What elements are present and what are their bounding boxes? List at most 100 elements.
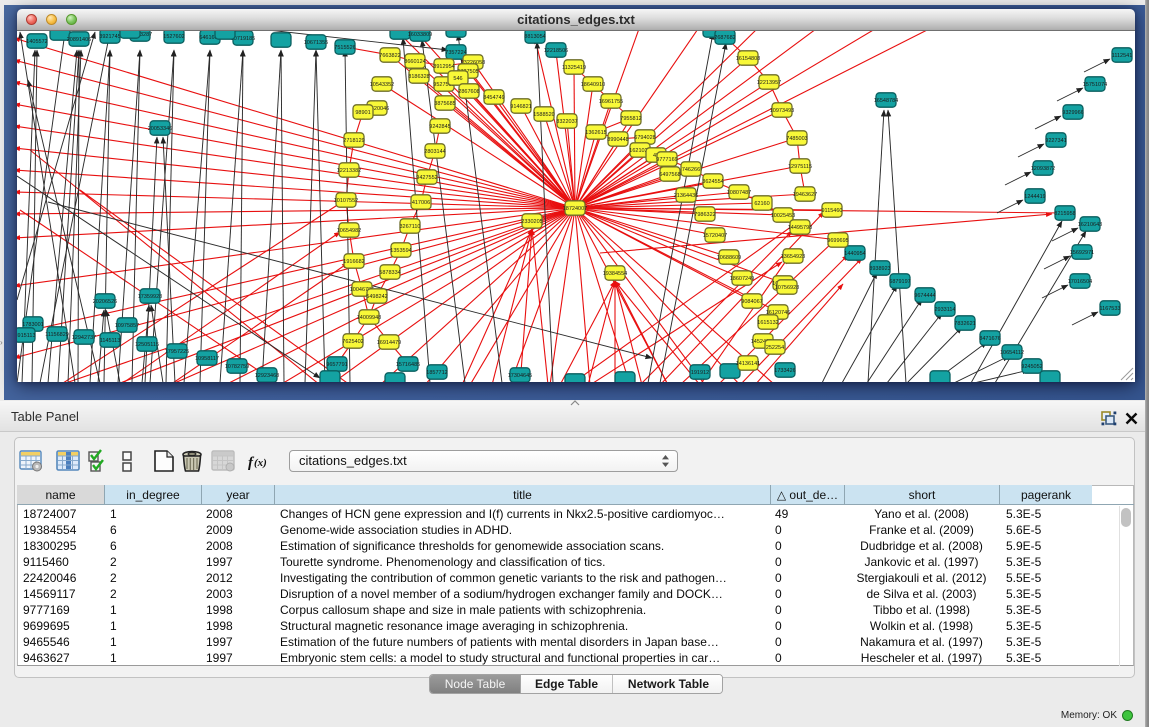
svg-text:7955812: 7955812 [620,116,641,122]
svg-text:12213382: 12213382 [337,168,361,174]
svg-text:5878334: 5878334 [379,270,400,276]
svg-text:2718129: 2718129 [343,138,364,144]
svg-text:1353594: 1353594 [390,248,411,254]
svg-text:19384554: 19384554 [603,271,627,277]
svg-text:1167533: 1167533 [1099,306,1120,312]
svg-text:3912954: 3912954 [433,64,454,70]
svg-text:16961755: 16961755 [599,99,623,105]
svg-text:14136141: 14136141 [736,361,760,367]
svg-text:1916682: 1916682 [343,259,364,265]
svg-text:7986322: 7986322 [694,212,715,218]
svg-text:1733426: 1733426 [774,368,795,374]
svg-text:10782759: 10782759 [225,364,249,370]
svg-text:6497568: 6497568 [659,172,680,178]
svg-text:417006: 417006 [412,200,430,206]
svg-text:2330205: 2330205 [521,219,542,225]
svg-text:9657791: 9657791 [326,362,347,368]
svg-text:2687682: 2687682 [714,35,735,41]
svg-text:252254: 252254 [766,345,784,351]
svg-text:17304645: 17304645 [508,373,532,379]
svg-text:12942737: 12942737 [72,335,96,341]
svg-text:16210643: 16210643 [1078,222,1102,228]
svg-text:15751074: 15751074 [1083,82,1107,88]
svg-text:3267110: 3267110 [399,224,420,230]
svg-text:9674444: 9674444 [914,293,935,299]
svg-text:8938923: 8938923 [869,266,890,272]
svg-text:15692971: 15692971 [1070,250,1094,256]
svg-text:7832621: 7832621 [954,321,975,327]
svg-text:10543352: 10543352 [370,82,394,88]
svg-text:1244419: 1244419 [1024,194,1045,200]
svg-text:10654112: 10654112 [1000,350,1024,356]
svg-text:7357224: 7357224 [445,50,466,56]
svg-text:8813054: 8813054 [524,34,545,40]
svg-text:20206526: 20206526 [93,299,117,305]
svg-text:2803144: 2803144 [424,149,445,155]
svg-text:8322037: 8322037 [556,119,577,125]
svg-text:8990448: 8990448 [607,137,628,143]
svg-text:98901: 98901 [355,110,370,116]
svg-text:13654923: 13654923 [781,254,805,260]
svg-text:12213957: 12213957 [757,80,781,86]
svg-text:1362615: 1362615 [585,130,606,136]
svg-text:7485003: 7485003 [786,136,807,142]
svg-text:8186328: 8186328 [408,74,429,80]
svg-text:14495798: 14495798 [788,225,812,231]
svg-text:10025453: 10025453 [771,213,795,219]
svg-text:12975115: 12975115 [788,164,812,170]
svg-text:7625402: 7625402 [342,339,363,345]
svg-text:18607249: 18607249 [730,276,754,282]
svg-text:3915113: 3915113 [17,333,36,339]
svg-text:15720407: 15720407 [703,233,727,239]
svg-text:18640910: 18640910 [581,82,605,88]
svg-text:62160: 62160 [754,201,769,207]
svg-text:746266: 746266 [682,167,700,173]
svg-text:16154808: 16154808 [736,56,760,62]
svg-text:1145113: 1145113 [100,338,121,344]
svg-text:10807487: 10807487 [727,190,751,196]
svg-text:8471676: 8471676 [979,336,1000,342]
svg-text:7515526: 7515526 [334,45,355,51]
svg-text:10958117: 10958117 [195,356,219,362]
svg-text:9242845: 9242845 [429,124,450,130]
svg-text:16914479: 16914479 [377,340,401,346]
svg-text:15716485: 15716485 [396,362,420,368]
svg-text:1440954: 1440954 [844,251,865,257]
svg-text:9245052: 9245052 [1021,364,1042,370]
svg-text:10975857: 10975857 [115,323,139,329]
svg-text:3624554: 3624554 [702,179,723,185]
svg-text:3875685: 3875685 [434,101,455,107]
svg-text:1527602: 1527602 [163,34,184,40]
svg-text:7663822: 7663822 [379,53,400,59]
svg-text:9227341: 9227341 [1045,138,1066,144]
svg-text:17359928: 17359928 [138,294,162,300]
svg-text:20053346: 20053346 [148,126,172,132]
svg-text:2933114: 2933114 [934,307,955,313]
svg-text:6879197: 6879197 [889,279,910,285]
svg-text:9146821: 9146821 [510,104,531,110]
svg-text:10756928: 10756928 [775,285,799,291]
svg-text:17016504: 17016504 [1068,279,1092,285]
svg-text:16033809: 16033809 [408,32,432,38]
svg-text:8215958: 8215958 [1054,211,1075,217]
svg-text:6794028: 6794028 [634,135,655,141]
svg-text:8454749: 8454749 [483,95,504,101]
svg-text:10973493: 10973493 [770,108,794,114]
svg-text:1588520: 1588520 [533,112,554,118]
svg-text:12218506: 12218506 [544,48,568,54]
svg-text:21364436: 21364436 [674,193,698,199]
svg-text:10688609: 10688609 [717,255,741,261]
svg-text:9115460: 9115460 [821,208,842,214]
svg-text:16548784: 16548784 [874,98,898,104]
svg-text:1112541: 1112541 [1112,53,1133,59]
svg-text:1783001: 1783001 [22,322,43,328]
svg-text:10107552: 10107552 [334,198,358,204]
svg-text:20891406: 20891406 [67,37,91,43]
svg-text:12093872: 12093872 [1031,166,1055,172]
svg-text:3921745: 3921745 [99,34,120,40]
svg-text:(x): (x) [254,457,267,469]
svg-text:5498242: 5498242 [366,294,387,300]
svg-text:12505115: 12505115 [135,342,159,348]
svg-text:9329966: 9329966 [1062,110,1083,116]
svg-text:546: 546 [453,76,462,82]
